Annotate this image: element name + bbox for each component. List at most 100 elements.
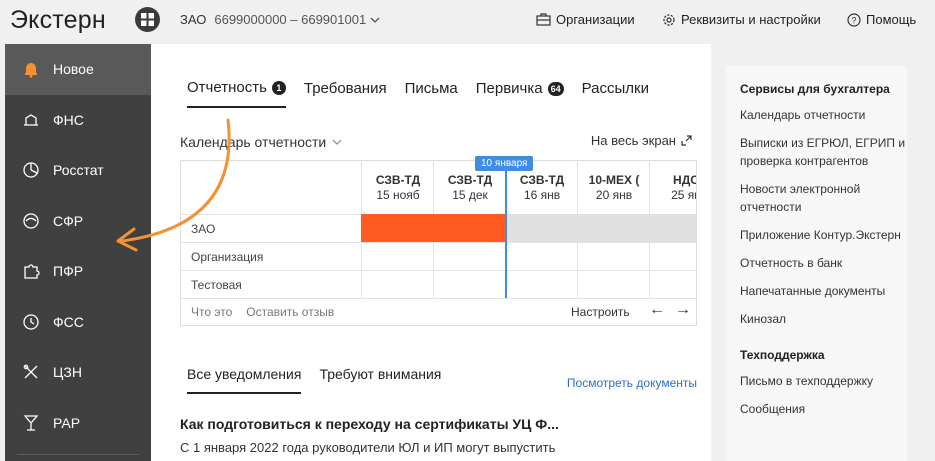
- organizations-link[interactable]: Организации: [536, 12, 635, 27]
- services-title: Сервисы для бухгалтера: [740, 82, 890, 96]
- main-tabs: Отчетность 1 Требования Письма Первичка …: [187, 79, 667, 108]
- svg-text:?: ?: [851, 15, 856, 25]
- sidebar-item-new[interactable]: Новое: [5, 44, 151, 95]
- configure-button[interactable]: Настроить: [571, 305, 630, 319]
- arrow-right-icon[interactable]: →: [675, 301, 691, 319]
- app-logo[interactable]: Экстерн: [10, 6, 106, 35]
- tab-label: Письма: [404, 80, 458, 97]
- form-name: НДС: [673, 173, 696, 187]
- sidebar-item-label: ФНС: [53, 111, 84, 128]
- arrow-left-icon[interactable]: ←: [649, 301, 665, 319]
- sidebar-item-label: РАР: [53, 414, 81, 431]
- tab-label: Требования: [303, 80, 387, 97]
- form-date: 25 ян: [671, 188, 696, 202]
- news-text: С 1 января 2022 года руководители ЮЛ и И…: [180, 440, 556, 455]
- glass-icon: [21, 413, 41, 433]
- upcoming-period-bar[interactable]: [505, 214, 696, 242]
- column-header: СЗВ-ТД 15 нояб: [362, 173, 434, 203]
- column-header: 10-МЕХ (20 янв: [578, 173, 650, 203]
- sidebar: Новое ФНС Росстат СФР ПФР ФСС ЦЗН РАР: [5, 44, 151, 461]
- service-link[interactable]: Отчетность в банк: [740, 254, 907, 272]
- fullscreen-button[interactable]: На весь экран: [591, 133, 692, 148]
- fullscreen-label: На весь экран: [590, 133, 676, 148]
- service-link[interactable]: Напечатанные документы: [740, 282, 907, 300]
- org-name: ЗАО: [180, 12, 207, 27]
- row-label-test[interactable]: Тестовая: [181, 278, 361, 292]
- tab-mailings[interactable]: Рассылки: [582, 79, 649, 108]
- column-header: СЗВ-ТД 16 янв: [506, 173, 578, 203]
- chevron-down-icon: [370, 17, 380, 23]
- overdue-period-bar[interactable]: [361, 214, 505, 242]
- today-marker: [505, 167, 507, 298]
- form-date: 15 нояб: [376, 188, 420, 202]
- top-bar: Экстерн ЗАО 6699000000 – 669901001 Орган…: [0, 0, 935, 42]
- row-divider: [181, 270, 696, 271]
- form-name: СЗВ-ТД: [375, 173, 421, 187]
- help-link[interactable]: ? Помощь: [847, 12, 916, 27]
- column-header: СЗВ-ТД 15 дек: [434, 173, 506, 203]
- row-label-zao[interactable]: ЗАО: [181, 222, 361, 236]
- form-date: 15 дек: [452, 188, 488, 202]
- what-is-this-link[interactable]: Что это: [191, 305, 232, 319]
- sidebar-item-rosstat[interactable]: Росстат: [5, 145, 151, 196]
- expand-icon: [681, 135, 692, 146]
- tab-primary-docs[interactable]: Первичка 64: [476, 79, 564, 108]
- sidebar-item-fns[interactable]: ФНС: [5, 95, 151, 146]
- tab-reporting[interactable]: Отчетность 1: [187, 79, 286, 108]
- row-label-organization[interactable]: Организация: [181, 250, 361, 264]
- building-icon: [536, 13, 551, 26]
- org-inn: 6699000000 – 669901001: [214, 12, 367, 27]
- sidebar-item-rar[interactable]: РАР: [5, 398, 151, 449]
- tab-label: Рассылки: [581, 80, 649, 97]
- sidebar-item-label: ФСС: [53, 313, 84, 330]
- grid-icon: [141, 13, 154, 26]
- support-title: Техподдержка: [740, 348, 825, 362]
- feedback-link[interactable]: Оставить отзыв: [246, 305, 334, 319]
- sidebar-item-label: Росстат: [53, 162, 104, 179]
- service-link[interactable]: Кинозал: [740, 310, 907, 328]
- tab-label: Отчетность: [187, 79, 267, 96]
- calendar-dropdown[interactable]: Календарь отчетности: [180, 134, 342, 150]
- service-link[interactable]: Приложение Контур.Экстерн: [740, 226, 907, 244]
- tab-needs-attention[interactable]: Требуют внимания: [319, 366, 441, 394]
- service-link[interactable]: Новости электронной отчетности: [740, 180, 907, 216]
- gear-icon: [663, 13, 675, 26]
- row-divider: [181, 242, 696, 243]
- row-divider: [181, 298, 696, 299]
- puzzle-icon: [21, 261, 41, 281]
- sidebar-divider: [17, 454, 139, 455]
- reporting-calendar: СЗВ-ТД 15 нояб СЗВ-ТД 15 дек СЗВ-ТД 16 янв …: [180, 156, 697, 326]
- sidebar-item-czn[interactable]: ЦЗН: [5, 347, 151, 398]
- tab-letters[interactable]: Письма: [405, 79, 458, 108]
- tab-label: Первичка: [475, 80, 543, 97]
- apps-grid-button[interactable]: [135, 7, 160, 32]
- support-link[interactable]: Сообщения: [740, 400, 907, 418]
- sidebar-item-label: ЦЗН: [53, 364, 82, 381]
- tab-all-notifications[interactable]: Все уведомления: [187, 366, 302, 394]
- organization-selector[interactable]: ЗАО 6699000000 – 669901001: [180, 12, 380, 27]
- view-documents-link[interactable]: Посмотреть документы: [567, 376, 697, 390]
- service-link[interactable]: Календарь отчетности: [740, 106, 907, 124]
- chevron-down-icon: [332, 139, 342, 145]
- sidebar-item-sfr[interactable]: СФР: [5, 196, 151, 247]
- settings-label: Реквизиты и настройки: [681, 12, 821, 27]
- today-badge: 10 января: [475, 156, 534, 171]
- form-name: СЗВ-ТД: [447, 173, 493, 187]
- service-link[interactable]: Выписки из ЕГРЮЛ, ЕГРИП и проверка контр…: [740, 134, 907, 170]
- help-icon: ?: [847, 12, 861, 27]
- sidebar-item-pfr[interactable]: ПФР: [5, 246, 151, 297]
- sidebar-item-fss[interactable]: ФСС: [5, 297, 151, 348]
- help-label: Помощь: [866, 12, 917, 27]
- settings-link[interactable]: Реквизиты и настройки: [662, 12, 821, 27]
- organizations-label: Организации: [556, 12, 635, 27]
- clock-icon: [21, 312, 41, 332]
- tab-requirements[interactable]: Требования: [304, 79, 387, 108]
- bell-icon: [21, 59, 41, 79]
- calendar-footer: Что это Оставить отзыв: [191, 305, 334, 319]
- support-link[interactable]: Письмо в техподдержку: [740, 372, 907, 390]
- news-title[interactable]: Как подготовиться к переходу на сертифик…: [180, 416, 559, 432]
- count-badge: 1: [271, 80, 286, 95]
- form-date: 20 янв: [595, 188, 633, 202]
- column-header: НДС25 ян: [650, 173, 696, 203]
- main-content: Отчетность 1 Требования Письма Первичка …: [151, 44, 776, 461]
